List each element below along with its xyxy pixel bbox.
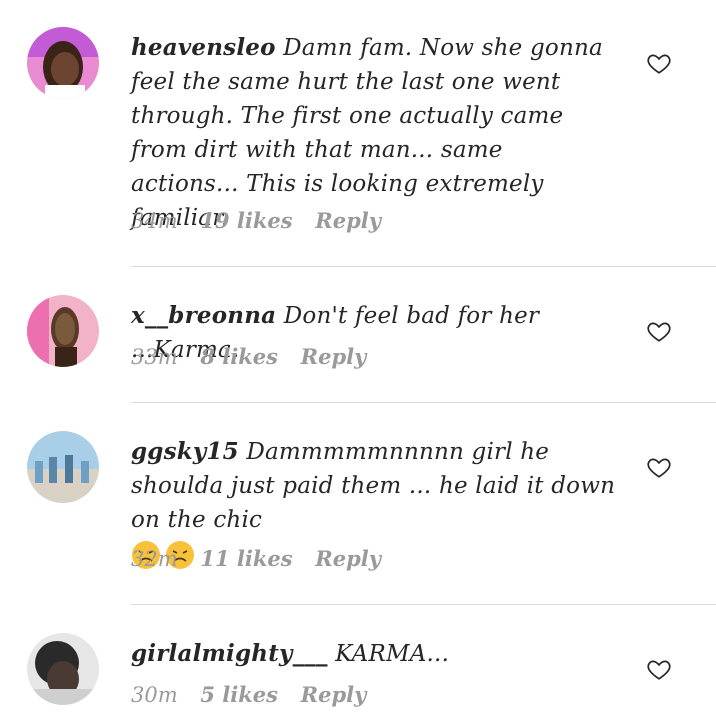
comment-body: KARMA... [335, 641, 450, 667]
comment-username[interactable]: x__breonna [131, 302, 276, 329]
comment-username[interactable]: girlalmighty___ [131, 640, 328, 667]
comment-time: 30m [131, 683, 178, 707]
comment-meta: 32m 11 likes Reply [131, 546, 397, 571]
avatar[interactable] [27, 295, 99, 367]
comment-likes[interactable]: 11 likes [200, 546, 292, 571]
comment-likes[interactable]: 19 likes [200, 208, 292, 233]
avatar-image [27, 295, 99, 367]
comment-likes[interactable]: 8 likes [200, 344, 278, 369]
comment-text: heavensleo Damn fam. Now she gonna feel … [131, 31, 616, 235]
comment-meta: 33m 8 likes Reply [131, 344, 382, 369]
comment-time: 33m [131, 345, 178, 369]
heart-outline-icon[interactable] [646, 50, 672, 76]
heart-outline-icon[interactable] [646, 454, 672, 480]
comment-time: 34m [131, 209, 178, 233]
reply-button[interactable]: Reply [301, 344, 367, 369]
avatar[interactable] [27, 27, 99, 99]
divider [131, 266, 716, 267]
comment-time: 32m [131, 547, 178, 571]
comment-username[interactable]: ggsky15 [131, 438, 239, 465]
comment-body: Damn fam. Now she gonna feel the same hu… [131, 35, 603, 231]
heart-outline-icon[interactable] [646, 318, 672, 344]
divider [131, 604, 716, 605]
reply-button[interactable]: Reply [315, 546, 381, 571]
reply-button[interactable]: Reply [315, 208, 381, 233]
comment-text: girlalmighty___ KARMA... [131, 637, 616, 671]
avatar-image [27, 431, 99, 503]
comment-username[interactable]: heavensleo [131, 34, 276, 61]
comment-likes[interactable]: 5 likes [200, 682, 278, 707]
divider [131, 402, 716, 403]
avatar-image [27, 27, 99, 99]
comment-meta: 34m 19 likes Reply [131, 208, 397, 233]
avatar-image [27, 633, 99, 705]
avatar[interactable] [27, 431, 99, 503]
comment-meta: 30m 5 likes Reply [131, 682, 382, 707]
heart-outline-icon[interactable] [646, 656, 672, 682]
reply-button[interactable]: Reply [301, 682, 367, 707]
avatar[interactable] [27, 633, 99, 705]
